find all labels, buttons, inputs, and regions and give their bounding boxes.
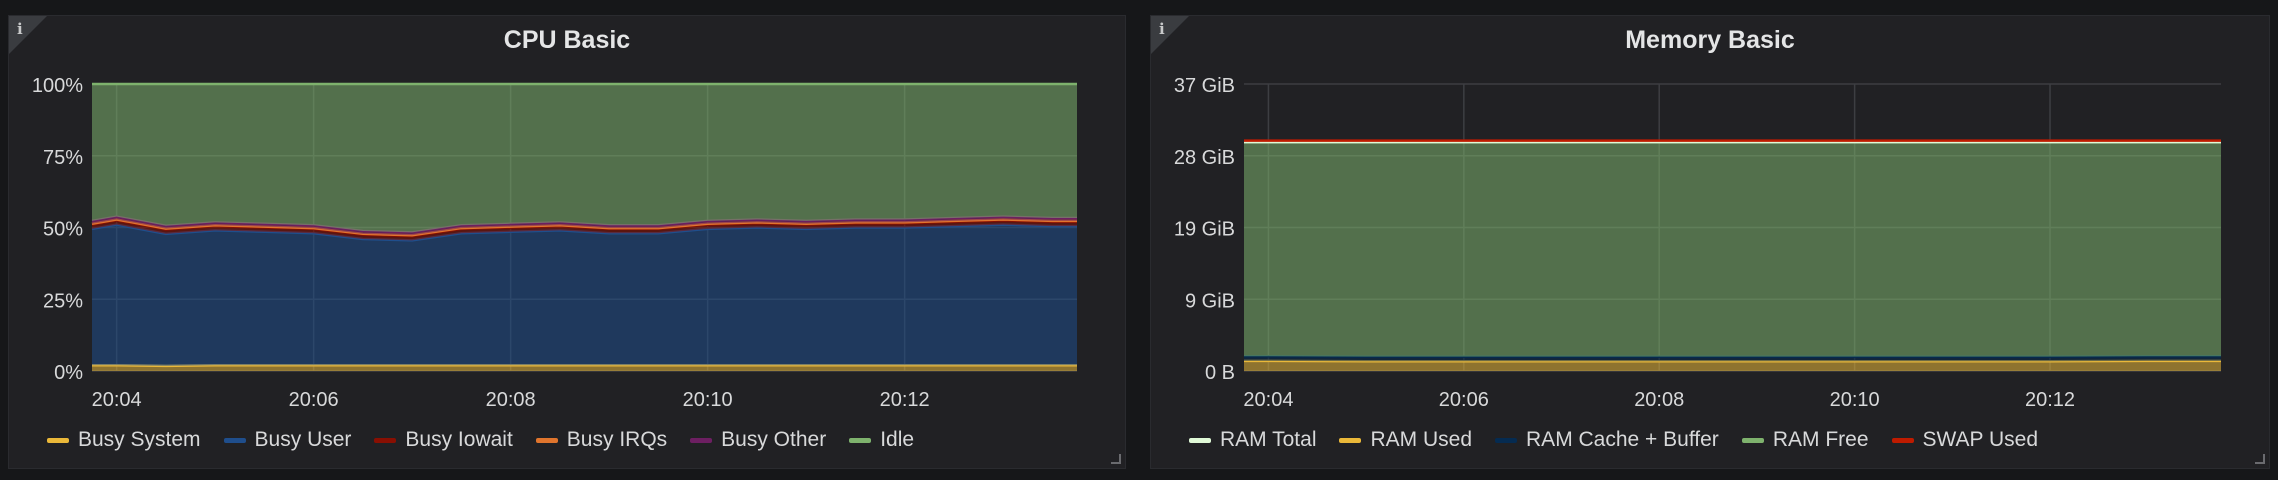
legend-item[interactable]: RAM Used <box>1339 428 1472 452</box>
legend-item[interactable]: SWAP Used <box>1891 428 2039 452</box>
legend-swatch <box>374 437 397 443</box>
x-tick-label: 20:12 <box>2025 389 2075 411</box>
y-tick-label: 25% <box>43 290 83 312</box>
y-tick-label: 75% <box>43 147 83 169</box>
legend-item[interactable]: Busy Other <box>690 428 826 452</box>
y-tick-label: 100% <box>32 75 83 97</box>
legend-label: Busy IRQs <box>566 428 668 451</box>
x-tick-label: 20:06 <box>289 389 339 411</box>
memory-basic-panel: i Memory Basic 0 B9 GiB 19 GiB 28 GiB 37 Gi… <box>1150 15 2270 469</box>
series-area-ram-free <box>1244 142 2221 357</box>
x-tick-label: 20:06 <box>1439 389 1489 411</box>
cpu-chart[interactable]: 0% 25% 50% 75% 100% 20:04 20:06 20:08 20:10 20:12 <box>9 16 1127 416</box>
legend-swatch <box>47 437 69 443</box>
cpu-legend: Busy System Busy User Busy Iowait Busy I… <box>47 428 937 452</box>
legend-label: RAM Used <box>1370 428 1473 451</box>
legend-item[interactable]: Idle <box>849 428 914 452</box>
series-area-busy-user <box>92 224 1077 366</box>
memory-chart[interactable]: 0 B 9 GiB 19 GiB 28 GiB 37 GiB 20:04 20:06 20:0… <box>1151 16 2271 416</box>
x-tick-label: 20:10 <box>683 389 733 411</box>
legend-item[interactable]: RAM Cache + Buffer <box>1495 428 1719 452</box>
legend-swatch <box>1741 437 1764 443</box>
y-tick-label: 0% <box>54 362 83 384</box>
memory-legend: RAM Total RAM Used RAM Cache + Buffer RA… <box>1189 428 2061 452</box>
y-tick-label: 28 GiB <box>1174 147 1235 169</box>
x-tick-label: 20:08 <box>486 389 536 411</box>
cpu-basic-panel: i CPU Basic 0% 25% 50% 75% 100% 20:04 20:06 20:… <box>8 15 1126 469</box>
series-area-idle <box>92 84 1077 233</box>
legend-label: Busy Other <box>721 428 827 451</box>
legend-swatch <box>849 437 872 443</box>
legend-label: SWAP Used <box>1922 428 2039 451</box>
y-tick-label: 19 GiB <box>1174 219 1235 241</box>
resize-handle[interactable] <box>1111 454 1121 464</box>
legend-label: Idle <box>880 428 915 451</box>
y-tick-label: 37 GiB <box>1174 75 1235 97</box>
resize-handle[interactable] <box>2255 454 2265 464</box>
x-tick-label: 20:04 <box>92 389 142 411</box>
legend-swatch <box>535 437 558 443</box>
series-line-busy-system <box>92 364 1077 368</box>
legend-swatch <box>1891 437 1914 443</box>
y-tick-label: 9 GiB <box>1185 290 1235 312</box>
legend-label: RAM Free <box>1772 428 1869 451</box>
x-tick-label: 20:10 <box>1830 389 1880 411</box>
legend-swatch <box>1495 437 1518 443</box>
legend-item[interactable]: Busy Iowait <box>374 428 513 452</box>
y-tick-label: 0 B <box>1205 362 1235 384</box>
legend-label: RAM Cache + Buffer <box>1526 428 1719 451</box>
legend-label: Busy Iowait <box>405 428 513 451</box>
legend-swatch <box>1189 437 1211 443</box>
legend-swatch <box>223 437 246 443</box>
legend-label: RAM Total <box>1220 428 1317 451</box>
x-tick-label: 20:08 <box>1634 389 1684 411</box>
legend-swatch <box>690 437 713 443</box>
legend-item[interactable]: RAM Total <box>1189 428 1316 452</box>
x-tick-label: 20:04 <box>1243 389 1293 411</box>
legend-item[interactable]: Busy IRQs <box>535 428 668 452</box>
legend-swatch <box>1339 437 1362 443</box>
y-tick-label: 50% <box>43 219 83 241</box>
legend-label: Busy System <box>78 428 201 451</box>
x-tick-label: 20:12 <box>880 389 930 411</box>
legend-item[interactable]: Busy System <box>47 428 201 452</box>
legend-item[interactable]: Busy User <box>223 428 352 452</box>
legend-item[interactable]: RAM Free <box>1741 428 1869 452</box>
legend-label: Busy User <box>254 428 352 451</box>
